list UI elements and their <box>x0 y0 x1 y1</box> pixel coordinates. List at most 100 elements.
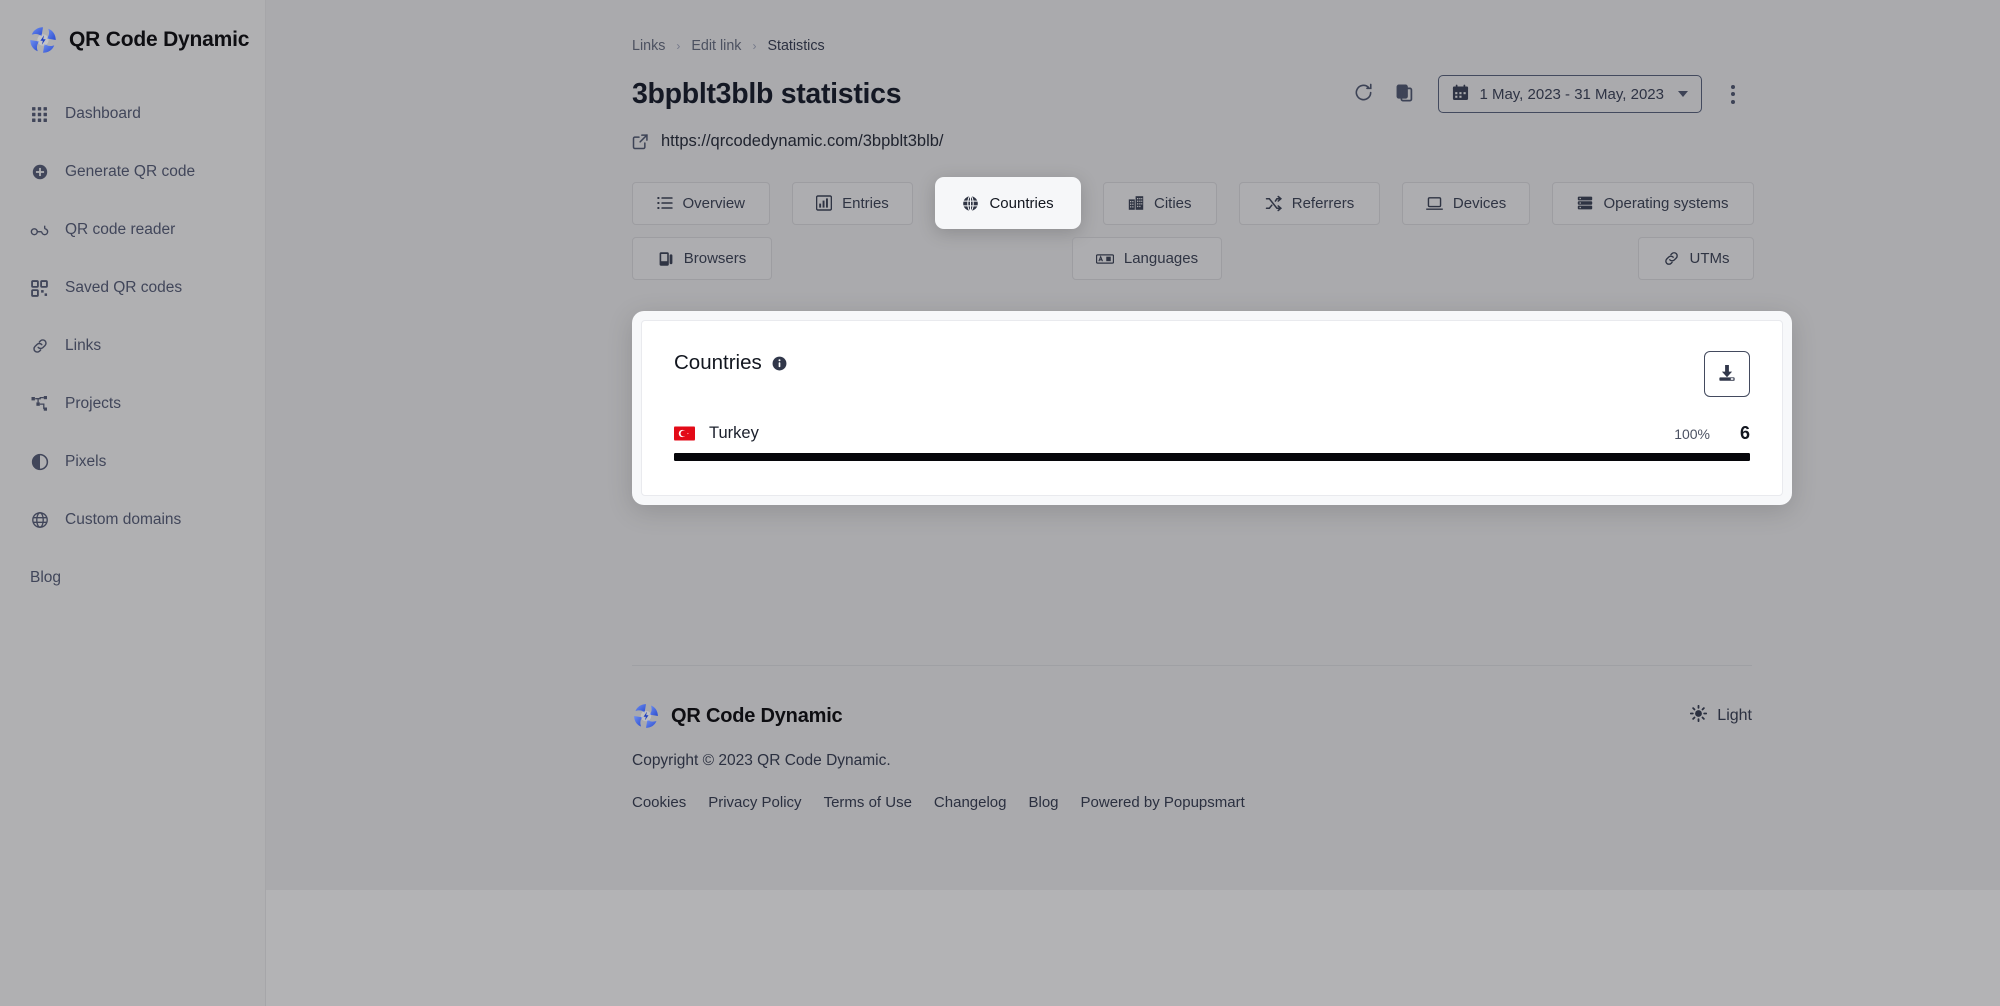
tab-referrers[interactable]: Referrers <box>1238 181 1381 225</box>
page-header-actions: 1 May, 2023 - 31 May, 2023 <box>1342 73 1754 115</box>
external-link-icon <box>632 133 649 150</box>
refresh-button[interactable] <box>1342 73 1384 115</box>
sun-icon <box>1690 704 1708 727</box>
sitemap-icon <box>30 395 49 414</box>
tab-label: Languages <box>1123 250 1199 267</box>
globe-icon <box>30 511 49 530</box>
sidebar-item-saved-qr-codes[interactable]: Saved QR codes <box>0 259 265 317</box>
list-item[interactable]: Turkey 100% 6 <box>674 423 1750 461</box>
sidebar-item-pixels[interactable]: Pixels <box>0 433 265 491</box>
tab-operating-systems[interactable]: Operating systems <box>1551 181 1755 225</box>
list-item-header: Turkey 100% 6 <box>674 423 1750 444</box>
stats-tabs-row-1: Overview Entries Countries Cities Referr… <box>632 177 1755 229</box>
progress-bar-fill <box>674 453 1750 461</box>
app-root: QR Code Dynamic Dashboard Generate QR co… <box>0 0 2000 1006</box>
footer-link-cookies[interactable]: Cookies <box>632 794 686 811</box>
countries-card: Countries Turkey 100% 6 <box>632 311 1792 505</box>
sidebar-item-qr-code-reader[interactable]: QR code reader <box>0 201 265 259</box>
theme-toggle[interactable]: Light <box>1690 702 1752 727</box>
tab-entries[interactable]: Entries <box>791 181 914 225</box>
tab-utms[interactable]: UTMs <box>1638 237 1754 280</box>
sidebar-item-label: Links <box>65 337 102 354</box>
sidebar-item-blog[interactable]: Blog <box>0 549 265 607</box>
link-icon <box>30 337 49 356</box>
tab-devices[interactable]: Devices <box>1402 181 1530 225</box>
tab-label: Referrers <box>1291 194 1355 212</box>
breadcrumb-item-links[interactable]: Links <box>632 38 665 54</box>
sidebar-item-dashboard[interactable]: Dashboard <box>0 85 265 143</box>
footer-links: Cookies Privacy Policy Terms of Use Chan… <box>632 794 1245 811</box>
breadcrumb-item-edit-link[interactable]: Edit link <box>691 38 741 54</box>
tab-cities[interactable]: Cities <box>1102 181 1217 225</box>
bar-chart-icon <box>816 195 833 211</box>
sidebar-item-projects[interactable]: Projects <box>0 375 265 433</box>
refresh-icon <box>1353 82 1374 106</box>
shuffle-icon <box>1265 195 1282 212</box>
country-percentage: 100% <box>1674 425 1710 442</box>
brand-logo-link[interactable]: QR Code Dynamic <box>0 14 265 55</box>
footer-link-changelog[interactable]: Changelog <box>934 794 1007 811</box>
footer-inner: QR Code Dynamic Copyright © 2023 QR Code… <box>632 666 1752 811</box>
link-url-row: https://qrcodedynamic.com/3bpblt3blb/ <box>632 132 1754 151</box>
sidebar-item-links[interactable]: Links <box>0 317 265 375</box>
page-bottom-fill <box>266 890 2000 1006</box>
card-title-group: Countries <box>674 351 787 375</box>
qr-icon <box>30 279 49 298</box>
footer: QR Code Dynamic Copyright © 2023 QR Code… <box>632 665 1752 811</box>
sidebar-item-label: Pixels <box>65 453 107 470</box>
link-icon <box>1663 250 1680 267</box>
download-button[interactable] <box>1704 351 1750 397</box>
sidebar-item-label: Generate QR code <box>65 163 196 180</box>
laptop-icon <box>1425 195 1443 212</box>
tab-label: Browsers <box>683 250 747 267</box>
tab-label: Devices <box>1452 194 1507 212</box>
server-icon <box>1577 195 1593 211</box>
page-header: 3bpblt3blb statistics 1 May, 2023 - 31 M… <box>632 73 1754 115</box>
stats-tabs: Overview Entries Countries Cities Referr… <box>632 177 1755 280</box>
tab-label: UTMs <box>1689 250 1730 267</box>
theme-label: Light <box>1717 707 1752 724</box>
link-url[interactable]: https://qrcodedynamic.com/3bpblt3blb/ <box>661 132 944 151</box>
grid-icon <box>30 105 49 124</box>
kebab-menu-icon <box>1731 84 1735 104</box>
sidebar-item-custom-domains[interactable]: Custom domains <box>0 491 265 549</box>
tab-label: Entries <box>842 194 889 212</box>
footer-brand-name: QR Code Dynamic <box>671 704 843 727</box>
card-title: Countries <box>674 351 762 374</box>
translate-icon <box>1095 252 1114 266</box>
sidebar-item-label: QR code reader <box>65 221 176 238</box>
calendar-icon <box>1452 84 1469 105</box>
more-options-button[interactable] <box>1712 73 1754 115</box>
breadcrumb-item-statistics: Statistics <box>767 38 825 54</box>
qr-code-dynamic-logo-icon <box>28 25 58 55</box>
sidebar-item-generate-qr-code[interactable]: Generate QR code <box>0 143 265 201</box>
sidebar-item-label: Custom domains <box>65 511 182 528</box>
tab-label: Countries <box>989 194 1054 212</box>
content-column: Links › Edit link › Statistics 3bpblt3bl… <box>632 0 1792 811</box>
breadcrumb-separator: › <box>676 39 681 53</box>
date-range-picker[interactable]: 1 May, 2023 - 31 May, 2023 <box>1438 75 1702 113</box>
countries-list: Turkey 100% 6 <box>674 423 1750 461</box>
footer-link-terms-of-use[interactable]: Terms of Use <box>824 794 912 811</box>
tab-label: Operating systems <box>1603 194 1729 212</box>
info-icon[interactable] <box>772 356 787 371</box>
footer-link-privacy-policy[interactable]: Privacy Policy <box>708 794 801 811</box>
footer-link-powered-by-popupsmart[interactable]: Powered by Popupsmart <box>1081 794 1245 811</box>
tab-overview[interactable]: Overview <box>632 181 770 225</box>
tab-countries[interactable]: Countries <box>935 177 1081 229</box>
tab-browsers[interactable]: Browsers <box>632 237 772 280</box>
list-icon <box>656 195 673 211</box>
qr-code-dynamic-logo-icon <box>632 702 660 730</box>
footer-brand[interactable]: QR Code Dynamic <box>632 702 1245 730</box>
copy-button[interactable] <box>1384 73 1426 115</box>
footer-link-blog[interactable]: Blog <box>1028 794 1058 811</box>
sidebar-item-label: Dashboard <box>65 105 141 122</box>
page-title: 3bpblt3blb statistics <box>632 77 902 110</box>
country-count: 6 <box>1739 423 1750 443</box>
sidebar-item-label: Saved QR codes <box>65 279 183 296</box>
tab-languages[interactable]: Languages <box>1072 237 1222 280</box>
footer-left: QR Code Dynamic Copyright © 2023 QR Code… <box>632 702 1245 811</box>
sidebar: QR Code Dynamic Dashboard Generate QR co… <box>0 0 266 1006</box>
globe-icon <box>962 195 979 212</box>
breadcrumb: Links › Edit link › Statistics <box>632 38 1754 54</box>
